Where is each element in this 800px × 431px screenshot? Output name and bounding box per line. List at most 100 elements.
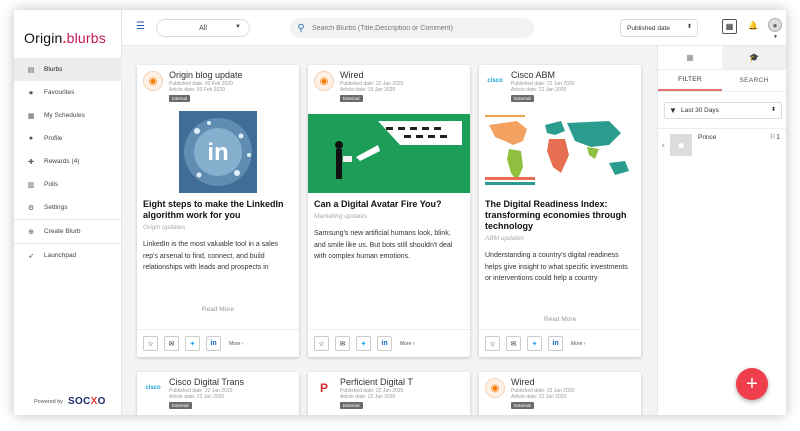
sidebar-item-my-schedules[interactable]: ▦ My Schedules <box>14 104 122 127</box>
sidebar-item-blurbs[interactable]: ▤ Blurbs <box>14 58 122 81</box>
bell-icon[interactable]: 🔔 <box>748 21 758 30</box>
card-header: cisco Cisco ABM Published date: 22 Jan 2… <box>479 65 641 111</box>
grid-view-button[interactable]: ▦ <box>722 19 737 34</box>
socxo-logo: SOCXO <box>68 396 106 407</box>
grid-icon: ▦ <box>725 22 734 31</box>
list-view-icon[interactable]: ☰ <box>136 21 145 32</box>
card-actions: ☆ ✉ ✦ in More › <box>308 329 470 357</box>
caret-updown-icon: ⬍ <box>770 107 776 113</box>
sort-select[interactable]: Published date ⬍ <box>620 19 698 37</box>
sidebar-item-label: Blurbs <box>44 66 63 73</box>
rank-number: 6 <box>662 142 665 148</box>
sidebar-item-profile[interactable]: ● Profile <box>14 127 122 150</box>
read-more-link[interactable]: Read More <box>137 306 299 313</box>
article-date: Article date: 15 Jan 2020 <box>340 87 396 93</box>
sidebar-item-label: My Schedules <box>44 112 85 119</box>
sidebar-item-create-blurb[interactable]: ⊕ Create Blurb <box>14 220 122 243</box>
sidebar-item-polls[interactable]: ▥ Polls <box>14 173 122 196</box>
powered-by-label: Powered by <box>34 398 64 405</box>
card-title[interactable]: Eight steps to make the LinkedIn algorit… <box>137 193 299 221</box>
card-actions: ☆ ✉ ✦ in More › <box>479 329 641 357</box>
caret-updown-icon: ⬍ <box>686 24 692 30</box>
filter-select[interactable]: All ▼ <box>156 19 250 37</box>
favourite-button[interactable]: ☆ <box>314 336 329 351</box>
email-button[interactable]: ✉ <box>335 336 350 351</box>
card-source: Cisco Digital Trans <box>169 377 245 387</box>
email-button[interactable]: ✉ <box>506 336 521 351</box>
favourite-button[interactable]: ☆ <box>143 336 158 351</box>
status-badge: External <box>511 402 534 409</box>
read-more-link[interactable]: Read More <box>479 316 641 323</box>
perficient-logo-icon: P <box>314 378 334 398</box>
search-bar[interactable]: ⚲ <box>290 18 534 38</box>
rss-icon: ◉ <box>143 71 163 91</box>
tab-calendar[interactable]: ▦ <box>658 46 722 69</box>
card-header: ◉ Wired Published date: 22 Jan 2020 Arti… <box>479 372 641 415</box>
blurb-card[interactable]: ◉ Wired Published date: 22 Jan 2020 Arti… <box>479 372 641 415</box>
brand-logo[interactable]: Origin.blurbs <box>24 30 106 46</box>
more-link[interactable]: More › <box>571 341 585 347</box>
app-window: Origin.blurbs ▤ Blurbs ★ Favourites ▦ My… <box>14 10 786 415</box>
blurb-card[interactable]: P Perficient Digital T Published date: 2… <box>308 372 470 415</box>
bar-chart-icon: ▥ <box>27 181 35 189</box>
sidebar-item-rewards[interactable]: ✚ Rewards (4) <box>14 150 122 173</box>
linkedin-icon: in <box>210 340 217 347</box>
list-item[interactable]: 6 ● Prince ⚐1 <box>658 129 786 161</box>
status-badge: Internal <box>169 95 191 102</box>
person-icon: ● <box>677 138 685 152</box>
sidebar-item-favourites[interactable]: ★ Favourites <box>14 81 122 104</box>
rss-icon: ◉ <box>485 378 505 398</box>
more-link[interactable]: More › <box>229 341 243 347</box>
person-name: Prince <box>698 134 717 141</box>
sidebar-item-settings[interactable]: ⚙ Settings <box>14 196 122 219</box>
create-blurb-button[interactable]: + <box>736 368 768 400</box>
card-thumbnail[interactable] <box>479 111 641 193</box>
avatar: ● <box>670 134 692 156</box>
more-link[interactable]: More › <box>400 341 414 347</box>
tab-filter[interactable]: FILTER <box>658 70 722 91</box>
search-icon: ⚲ <box>297 22 305 34</box>
linkedin-share-button[interactable]: in <box>377 336 392 351</box>
card-thumbnail[interactable] <box>308 111 470 193</box>
avatar[interactable]: ● <box>768 18 782 32</box>
linkedin-share-button[interactable]: in <box>548 336 563 351</box>
graduation-cap-icon: 🎓 <box>749 53 759 62</box>
email-button[interactable]: ✉ <box>164 336 179 351</box>
filter-select-value: All <box>199 24 207 32</box>
card-header: ◉ Wired Published date: 22 Jan 2020 Arti… <box>308 65 470 111</box>
twitter-share-button[interactable]: ✦ <box>185 336 200 351</box>
article-date: Article date: 22 Jan 2020 <box>511 394 567 400</box>
date-range-select[interactable]: ▼ Last 30 Days ⬍ <box>664 102 782 119</box>
twitter-icon: ✦ <box>189 340 196 348</box>
blurb-card[interactable]: ◉ Origin blog update Published date: 03 … <box>137 65 299 357</box>
sidebar-item-label: Rewards (4) <box>44 158 80 165</box>
linkedin-share-button[interactable]: in <box>206 336 221 351</box>
twitter-share-button[interactable]: ✦ <box>356 336 371 351</box>
bookmark-count: ⚐1 <box>770 133 780 141</box>
favourite-button[interactable]: ☆ <box>485 336 500 351</box>
plus-icon: + <box>746 372 758 395</box>
sidebar-item-label: Profile <box>44 135 63 142</box>
card-category: Origin updates <box>143 224 186 231</box>
leaderboard-panel: ▦ 🎓 FILTER SEARCH ▼ Last 30 Days ⬍ 6 ● P… <box>657 46 786 415</box>
linkedin-thumbnail-image: in <box>137 111 299 193</box>
status-badge: External <box>340 95 363 102</box>
card-title[interactable]: Can a Digital Avatar Fire You? <box>308 193 470 210</box>
blurb-card[interactable]: ◉ Wired Published date: 22 Jan 2020 Arti… <box>308 65 470 357</box>
search-input[interactable] <box>312 24 522 32</box>
user-icon: ● <box>772 21 778 30</box>
twitter-share-button[interactable]: ✦ <box>527 336 542 351</box>
cisco-logo-icon: cisco <box>143 378 163 398</box>
card-thumbnail[interactable]: in <box>137 111 299 193</box>
tab-search[interactable]: SEARCH <box>722 70 786 91</box>
article-date: Article date: 22 Jan 2020 <box>169 394 225 400</box>
envelope-icon: ✉ <box>339 340 346 348</box>
star-outline-icon: ☆ <box>318 340 325 348</box>
blurb-card[interactable]: cisco Cisco ABM Published date: 22 Jan 2… <box>479 65 641 357</box>
blurb-card[interactable]: cisco Cisco Digital Trans Published date… <box>137 372 299 415</box>
card-title[interactable]: The Digital Readiness Index: transformin… <box>479 193 641 232</box>
tab-leaderboard[interactable]: 🎓 <box>722 46 786 69</box>
linkedin-icon: in <box>381 340 388 347</box>
sidebar-item-launchpad[interactable]: ➶ Launchpad <box>14 244 122 267</box>
chevron-down-icon[interactable]: ▼ <box>773 34 778 40</box>
